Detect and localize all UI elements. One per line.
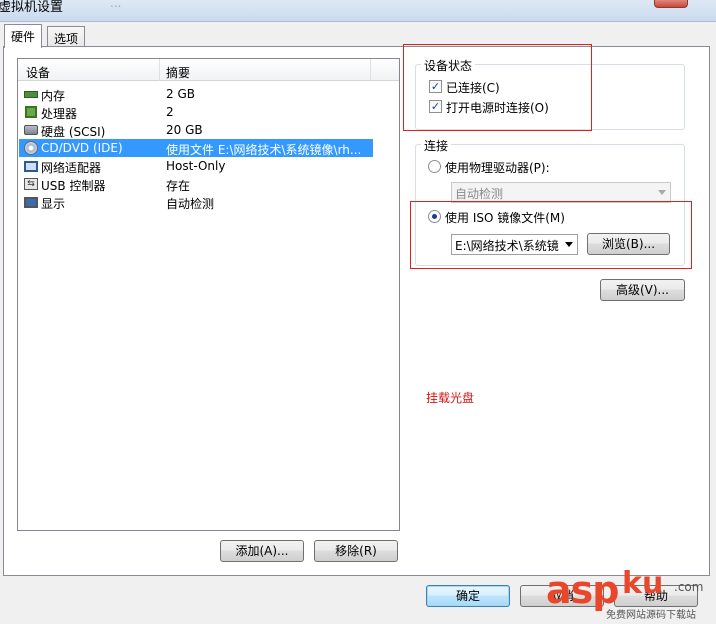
device-summary: 2 GB bbox=[166, 87, 195, 101]
close-window-button[interactable] bbox=[654, 0, 688, 8]
chevron-down-icon bbox=[658, 190, 666, 195]
device-summary: 存在 bbox=[166, 179, 191, 193]
harddisk-icon bbox=[23, 123, 39, 137]
device-summary: Host-Only bbox=[166, 159, 226, 173]
physical-drive-select[interactable]: 自动检测 bbox=[451, 182, 671, 203]
device-list[interactable]: 设备 摘要 内存 2 GB 处理器 2 硬盘 (SCSI) 20 GB CD/D… bbox=[17, 58, 400, 531]
device-name: CD/DVD (IDE) bbox=[41, 141, 123, 155]
display-icon bbox=[23, 195, 39, 209]
device-row-display[interactable]: 显示 自动检测 bbox=[19, 193, 399, 211]
annotation-text: 挂载光盘 bbox=[426, 391, 475, 405]
advanced-button[interactable]: 高级(V)... bbox=[600, 279, 685, 301]
device-summary: 20 GB bbox=[166, 123, 203, 137]
memory-icon bbox=[23, 87, 39, 101]
connection-title: 连接 bbox=[421, 137, 452, 154]
device-summary: 2 bbox=[166, 105, 174, 119]
device-name: 显示 bbox=[41, 197, 66, 211]
tab-hardware[interactable]: 硬件 bbox=[4, 24, 43, 48]
remove-device-button[interactable]: 移除(R) bbox=[314, 540, 398, 562]
device-name: 硬盘 (SCSI) bbox=[41, 125, 106, 139]
processor-icon bbox=[23, 105, 39, 119]
device-row-memory[interactable]: 内存 2 GB bbox=[19, 85, 399, 103]
tab-hardware-label: 硬件 bbox=[11, 30, 36, 44]
tab-options-label: 选项 bbox=[54, 32, 79, 46]
cd-dvd-icon bbox=[23, 141, 39, 155]
usb-icon: ⇆ bbox=[23, 177, 39, 191]
window-title-ghost: ... bbox=[110, 0, 122, 10]
title-bar: 虚拟机设置 ... bbox=[0, 0, 716, 22]
physical-drive-label[interactable]: 使用物理驱动器(P): bbox=[445, 159, 550, 176]
device-name: 网络适配器 bbox=[41, 161, 102, 175]
physical-drive-value: 自动检测 bbox=[455, 187, 504, 201]
device-name: USB 控制器 bbox=[41, 179, 106, 193]
add-device-button[interactable]: 添加(A)... bbox=[220, 540, 304, 562]
device-summary: 自动检测 bbox=[166, 197, 215, 211]
watermark-logo: asp ku .com 免费网站源码下载站 bbox=[546, 566, 704, 621]
highlight-box-iso bbox=[410, 201, 692, 269]
ok-button[interactable]: 确定 bbox=[426, 585, 510, 607]
physical-drive-radio[interactable] bbox=[428, 160, 441, 173]
device-name: 内存 bbox=[41, 89, 66, 103]
network-adapter-icon bbox=[23, 159, 39, 173]
highlight-box-device-status bbox=[403, 44, 592, 131]
device-list-header: 设备 摘要 bbox=[18, 59, 399, 81]
device-row-processor[interactable]: 处理器 2 bbox=[19, 103, 399, 121]
device-row-network-adapter[interactable]: 网络适配器 Host-Only bbox=[19, 157, 399, 175]
column-header-device[interactable]: 设备 bbox=[26, 64, 50, 81]
column-header-summary[interactable]: 摘要 bbox=[166, 64, 190, 81]
device-name: 处理器 bbox=[41, 107, 78, 121]
device-row-cd-dvd[interactable]: CD/DVD (IDE) 使用文件 E:\网络技术\系统镜像\rh... bbox=[19, 139, 373, 157]
device-row-harddisk[interactable]: 硬盘 (SCSI) 20 GB bbox=[19, 121, 399, 139]
device-summary: 使用文件 E:\网络技术\系统镜像\rh... bbox=[166, 143, 362, 157]
tab-options[interactable]: 选项 bbox=[47, 26, 86, 48]
window-title: 虚拟机设置 bbox=[0, 0, 64, 15]
device-row-usb-controller[interactable]: ⇆ USB 控制器 存在 bbox=[19, 175, 399, 193]
